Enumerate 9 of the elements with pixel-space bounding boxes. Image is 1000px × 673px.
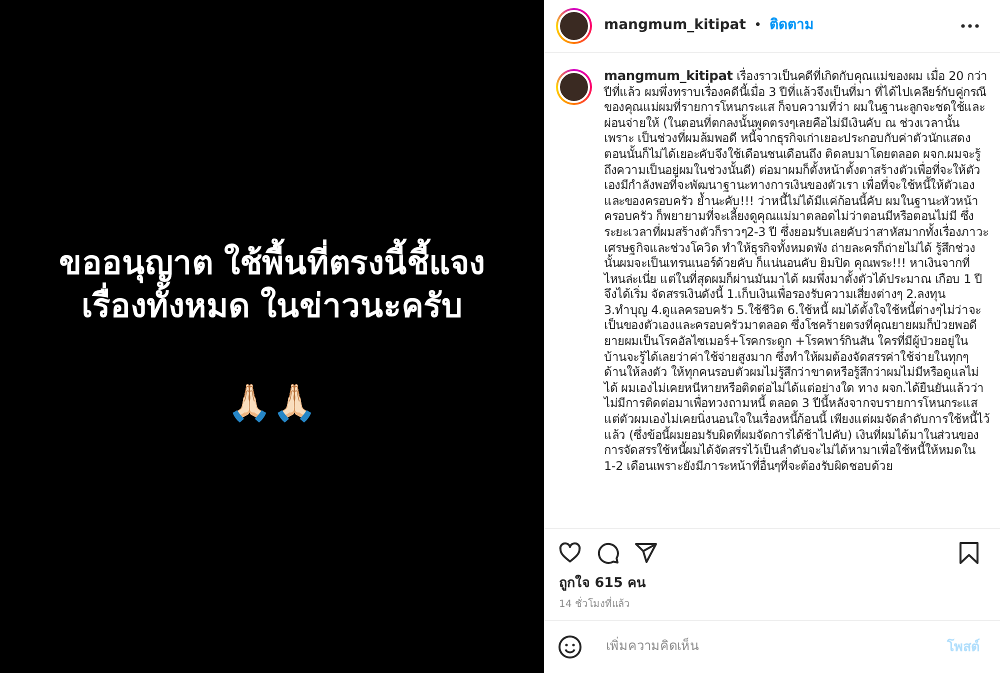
username-link[interactable]: mangmum_kitipat [604, 68, 733, 84]
username-link[interactable]: mangmum_kitipat [604, 15, 746, 36]
avatar[interactable] [556, 68, 592, 105]
caption-text: mangmum_kitipat เรื่องราวเป็นคดีที่เกิดกับคุณแม่ของผม เมื่อ 20 กว่าปีที่แล้ว ผมพึ่งทราบเรื่องคดีนี้เมื่อ 3 ปีที่แล้วจึงเป็นที่มา ที่ได้ไปเคลียร์กับคู่กรณีของคุณแม่ผมที่รายการโหนกระแส ก็จบความที่ว่า ผมในฐานะลูกจะชดใช้และผ่อนจ่ายให้ (ในตอนที่ตกลงนั้นพูดตรงๆเลยคือไม่มีเงินคับ ณ ช่วงเวลานั้น เพราะ เป็นช่วงที่ผมล้มพอดี หนี้จากธุรกิจเก่าเยอะประกอบกับค่าตัวนักแสดงตอนนั้นก็ไม่ได้เยอะคับจึงใช้เดือนชนเดือนถึง ติดลบมาโดยตลอด ผจก.ผมจะรู้ถึงความเป็นอยู่ผมในช่วงนั้นดี) ต่อมาผมก็ตั้งหน้าตั้งตาสร้างตัวเพื่อที่จะให้ตัวเองมีกำลังพอที่จะพัฒนาฐานะทางการเงินของตัวเรา เพื่อที่จะใช้หนี้ให้ตัวเองและของครอบครัว ย้ำนะคับ!!! ว่าหนี้ไม่ได้มีแค่ก้อนนี้คับ ผมในฐานะหัวหน้าครอบครัว ก็พยายามที่จะเลี้ยงดูคุณแม่มาตลอดไม่ว่าตอนมีหรือตอนไม่มี ซึ่งระยะเวลาที่ผมสร้างตัวก็ราวๆ2-3 ปี ซึ่งยอมรับเลยคับว่าสาหัสมากทั้งเรื่องภาวะเศรษฐกิจและช่วงโควิด ทำให้ธุรกิจทั้งหมดพัง ถ่ายละครก็ถ่ายไม่ได้ รู้สึกช่วงนั้นผมจะเป็นเทรนเนอร์ด้วยคับ ก็แน่นอนคับ ยิมปิด คุณพระ!!! หาเงินจากที่ไหนล่ะเนี่ย แต่ในที่สุดผมก็ผ่านมันมาได้ ผมพึ่งมาตั้งตัวได้ประมาณ เกือบ 1 ปี จึงได้เริ่ม จัดสรรเงินดังนี้ 1.เก็บเงินเพื่อรองรับความเสี่ยงต่างๆ 2.ลงทุน 3.ทำบุญ 4.ดูแลครอบครัว 5.ใช้ชีวิต 6.ใช้หนี้ ผมได้ตั้งใจใช้หนี้ต่างๆไม่ว่าจะเป็นของตัวเองและครอบครัวมาตลอด ซึ่งโชคร้ายตรงที่คุณยายผมก็ป่วยพอดี ยายผมเป็นโรคอัลไซเมอร์+โรคกระดูก +โรคพาร์กินสัน ใครที่มีผู้ป่วยอยู่ในบ้านจะรู้ได้เลยว่าค่าใช้จ่ายสูงมาก ซึ่งทำให้ผมต้องจัดสรรค่าใช้จ่ายในทุกๆด้านให้ลงตัว ให้ทุกคนรอบตัวผมไม่รู้สึกว่าขาดหรือรู้สึกว่าผมไม่มีหรือดูแลไม่ได้ ผมเองไม่เคยหนีหายหรือติดต่อไม่ได้แต่อย่างใด ทาง ผจก.ได้ยืนยันแล้วว่าไม่มีการติดต่อมาเพื่อทวงถามหนี้ ตลอด 3 ปีนี้หลังจากจบรายการโหนกระแส แต่ตัวผมเองไม่เคยนิ่งนอนใจในเรื่องหนี้ก้อนนี้ เพียงแต่ผมจัดลำดับการใช้หนี้ไว้แล้ว (ซึ่งข้อนี้ผมยอมรับผิดที่ผมจัดการได้ช้าไปคับ) เงินที่ผมได้มาในส่วนของการจัดสรรใช้หนี้ผมได้จัดสรรไว้เป็นลำดับจะไม่ได้หามาเพื่อใช้หนี้ให้หมดใน 1-2 เดือนเพราะยังมีภาระหน้าที่อื่นๆที่จะต้องรับผิดชอบด้วย [604, 68, 990, 475]
separator-dot: • [754, 17, 762, 36]
avatar[interactable] [556, 8, 592, 44]
like-count: ถูกใจ 615 คน [558, 574, 647, 593]
post-time: 14 ชั่วโมงที่แล้ว [544, 593, 1000, 620]
emoji: 🙏🏻🙏🏻 [227, 382, 317, 426]
